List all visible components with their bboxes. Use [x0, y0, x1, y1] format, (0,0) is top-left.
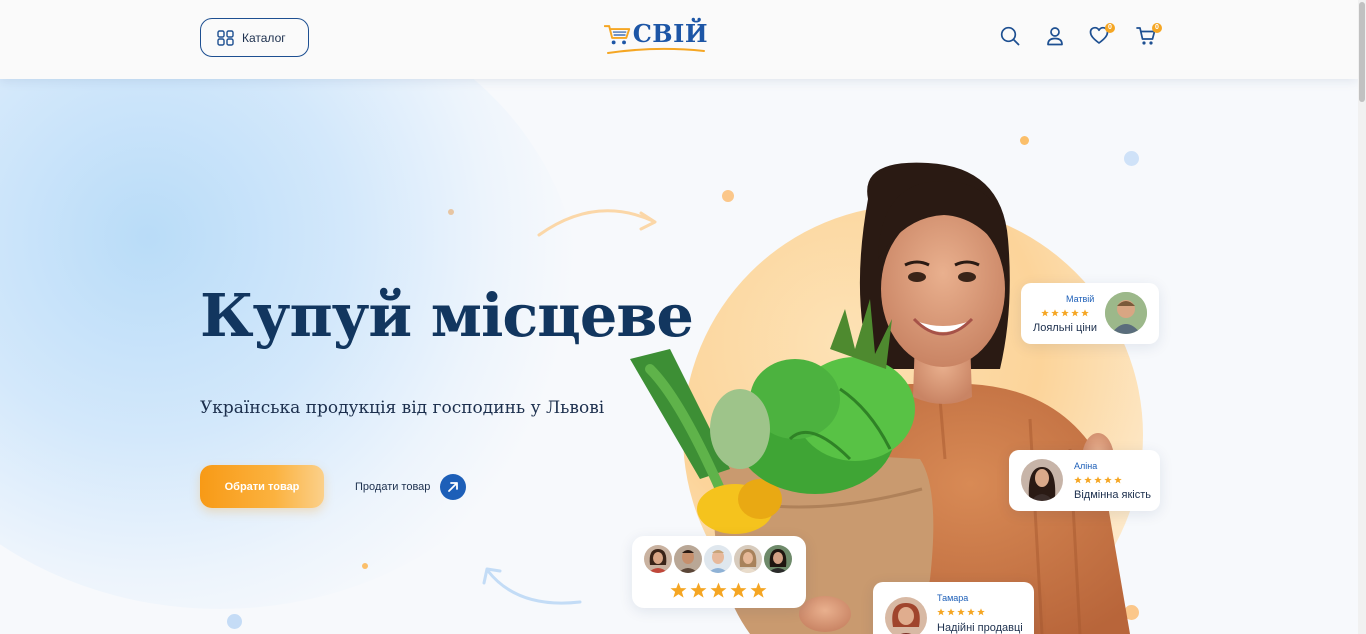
star-icon	[1104, 476, 1112, 484]
user-icon	[1047, 27, 1063, 46]
review-stars	[1041, 309, 1089, 317]
review-text: Лояльні ціни	[1033, 322, 1097, 334]
star-icon	[1071, 309, 1079, 317]
customer-avatars	[644, 545, 792, 573]
avatar	[764, 545, 792, 573]
review-card: Аліна Відмінна якість	[1009, 450, 1160, 511]
site-logo[interactable]: СВІЙ	[604, 17, 708, 57]
hero-subtitle: Українська продукція від господинь у Льв…	[200, 398, 605, 418]
star-icon	[1084, 476, 1092, 484]
avatar	[734, 545, 762, 573]
star-icon	[690, 582, 707, 598]
review-stars	[1074, 476, 1122, 484]
star-icon	[1081, 309, 1089, 317]
star-icon	[1051, 309, 1059, 317]
star-icon	[937, 608, 945, 616]
reviewer-name: Аліна	[1074, 461, 1098, 471]
star-icon	[1041, 309, 1049, 317]
decor-arrow-bottom	[482, 567, 582, 605]
star-icon	[947, 608, 955, 616]
catalog-button[interactable]: Каталог	[200, 18, 309, 57]
avatar	[704, 545, 732, 573]
choose-product-button[interactable]: Обрати товар	[200, 465, 324, 508]
decor-dot	[448, 209, 454, 215]
sell-product-link[interactable]: Продати товар	[355, 474, 467, 500]
star-icon	[977, 608, 985, 616]
hero-section: Купуй місцеве Українська продукція від г…	[0, 79, 1358, 634]
arrow-up-right-icon	[440, 474, 467, 500]
avatar	[1105, 292, 1147, 334]
avatar	[1021, 459, 1063, 501]
site-header: Каталог СВІЙ 0 0	[0, 0, 1358, 79]
sell-product-label: Продати товар	[355, 481, 431, 493]
star-icon	[730, 582, 747, 598]
star-icon	[957, 608, 965, 616]
review-text: Відмінна якість	[1074, 489, 1152, 501]
cart-count-badge: 0	[1152, 23, 1162, 33]
star-icon	[1061, 309, 1069, 317]
customer-rating-card	[632, 536, 806, 608]
star-icon	[1114, 476, 1122, 484]
star-icon	[750, 582, 767, 598]
star-icon	[1074, 476, 1082, 484]
catalog-label: Каталог	[242, 30, 286, 45]
avatar	[644, 545, 672, 573]
page-scrollbar[interactable]	[1358, 0, 1366, 634]
logo-text: СВІЙ	[632, 19, 708, 48]
star-icon	[710, 582, 727, 598]
wishlist-button[interactable]: 0	[1089, 23, 1115, 48]
logo-swoosh	[607, 47, 705, 54]
reviewer-name: Тамара	[937, 593, 969, 603]
decor-dot	[227, 614, 242, 629]
review-card: Матвій Лояльні ціни	[1021, 283, 1159, 344]
review-text: Надійні продавці	[937, 622, 1023, 634]
search-button[interactable]	[1000, 26, 1022, 48]
scrollbar-thumb[interactable]	[1359, 2, 1365, 102]
avatar	[885, 597, 927, 634]
star-icon	[670, 582, 687, 598]
star-icon	[1094, 476, 1102, 484]
rating-stars	[670, 582, 767, 599]
avatar	[674, 545, 702, 573]
decor-dot	[362, 563, 368, 569]
grid-icon	[217, 29, 234, 46]
review-stars	[937, 608, 985, 616]
wishlist-count-badge: 0	[1105, 23, 1115, 33]
review-card: Тамара Надійні продавці	[873, 582, 1034, 634]
decor-dot	[1020, 136, 1029, 145]
reviewer-name: Матвій	[1066, 294, 1095, 304]
star-icon	[967, 608, 975, 616]
search-icon	[1000, 26, 1020, 46]
cart-button[interactable]: 0	[1136, 23, 1162, 48]
account-button[interactable]	[1046, 26, 1068, 48]
